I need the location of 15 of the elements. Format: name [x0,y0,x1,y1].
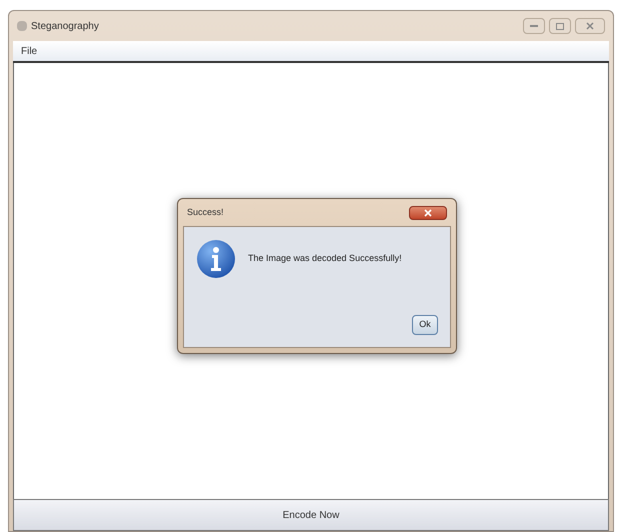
minimize-icon [530,25,538,27]
info-icon [196,239,236,279]
minimize-button[interactable] [523,18,545,34]
dialog-title: Success! [187,206,224,220]
close-icon [424,209,432,217]
maximize-icon [556,22,564,30]
ok-button[interactable]: Ok [412,315,438,335]
app-icon [17,21,27,31]
menu-item[interactable]: File [21,44,38,58]
close-icon [586,22,594,30]
maximize-button[interactable] [549,18,571,34]
window-title: Steganography [31,20,99,34]
dialog-message: The Image was decoded Successfully! [248,252,402,266]
encode-button[interactable]: Encode Now [13,499,609,531]
close-button[interactable] [409,206,447,220]
